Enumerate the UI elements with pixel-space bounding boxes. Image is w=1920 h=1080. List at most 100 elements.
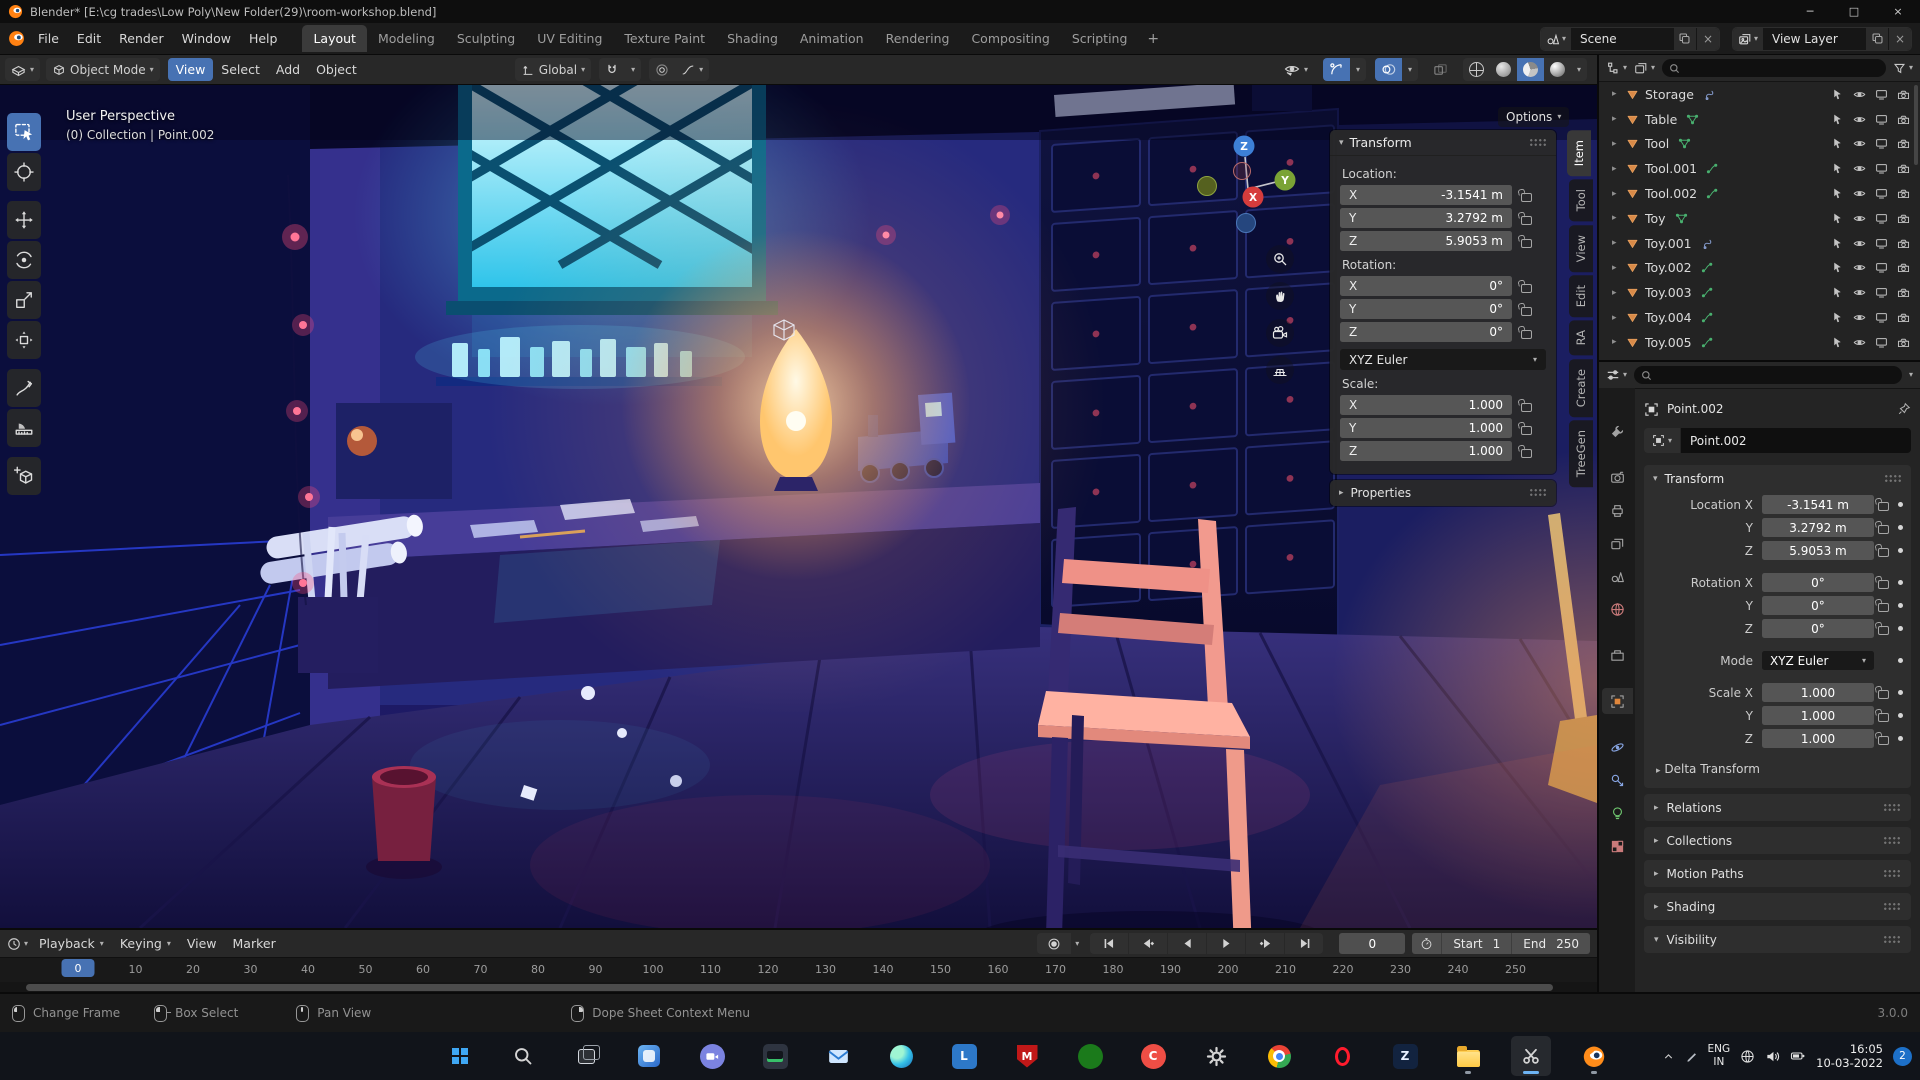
properties-collapsed-panel[interactable]: ▸ Properties — [1330, 480, 1556, 506]
outliner-display-mode-button[interactable]: ▾ — [1634, 61, 1655, 75]
animate-dot[interactable] — [1897, 736, 1903, 741]
taskbar-widgets[interactable] — [629, 1036, 669, 1076]
lock-icon[interactable] — [1521, 448, 1532, 458]
tool-select-box[interactable] — [7, 113, 41, 151]
sidebar-tab-ra[interactable]: RA — [1569, 320, 1593, 356]
gizmo-axis-y-neg[interactable] — [1197, 176, 1217, 196]
outliner-search-input[interactable] — [1662, 59, 1886, 77]
expand-icon[interactable]: ▸ — [1612, 164, 1626, 174]
toggle-disable-render[interactable] — [1897, 237, 1910, 250]
expand-icon[interactable]: ▸ — [1612, 238, 1626, 248]
outliner-row-table[interactable]: ▸ Table — [1599, 107, 1920, 132]
workspace-tab-uv-editing[interactable]: UV Editing — [526, 25, 613, 52]
prop-field-z[interactable]: 5.9053 m — [1762, 541, 1874, 560]
lock-icon[interactable] — [1878, 502, 1890, 511]
properties-tab-output[interactable] — [1602, 497, 1633, 523]
network-icon[interactable] — [1740, 1049, 1755, 1064]
properties-options-icon[interactable]: ▾ — [1909, 371, 1913, 379]
properties-tab-world[interactable] — [1602, 596, 1633, 622]
scale-y-field[interactable]: Y 1.000 — [1340, 418, 1512, 438]
toggle-disable-viewport[interactable] — [1875, 137, 1888, 150]
tool-annotate[interactable] — [7, 369, 41, 407]
toggle-hide[interactable] — [1853, 162, 1866, 175]
expand-icon[interactable]: ▸ — [1612, 89, 1626, 99]
play-reverse-button[interactable] — [1168, 933, 1207, 954]
expand-icon[interactable]: ▸ — [1612, 313, 1626, 323]
outliner-editor-type-button[interactable]: ▾ — [1606, 61, 1627, 75]
prop-field-location-x[interactable]: -3.1541 m — [1762, 495, 1874, 514]
workspace-tab-compositing[interactable]: Compositing — [960, 25, 1060, 52]
toggle-hide[interactable] — [1853, 88, 1866, 101]
view-layer-name-field[interactable]: View Layer — [1763, 32, 1865, 46]
panel-grip-handle[interactable] — [1529, 137, 1547, 148]
jump-to-end-button[interactable] — [1285, 933, 1324, 954]
toggle-select[interactable] — [1831, 336, 1844, 349]
outliner-row-toy[interactable]: ▸ Toy — [1599, 206, 1920, 231]
shading-solid-button[interactable] — [1490, 58, 1517, 81]
animate-dot[interactable] — [1897, 658, 1903, 663]
lock-icon[interactable] — [1521, 402, 1532, 412]
animate-dot[interactable] — [1897, 626, 1903, 631]
prop-field-y[interactable]: 3.2792 m — [1762, 518, 1874, 537]
taskbar-clipchamp[interactable]: C — [1133, 1036, 1173, 1076]
toggle-select[interactable] — [1831, 212, 1844, 225]
toggle-select[interactable] — [1831, 261, 1844, 274]
taskbar-xbox[interactable] — [1070, 1036, 1110, 1076]
lock-icon[interactable] — [1521, 238, 1532, 248]
animate-dot[interactable] — [1897, 548, 1903, 553]
sidebar-tab-view[interactable]: View — [1569, 224, 1593, 272]
prop-field-y[interactable]: 1.000 — [1762, 706, 1874, 725]
start-frame-field[interactable]: Start 1 — [1441, 933, 1511, 954]
properties-editor-type-button[interactable]: ▾ — [1606, 368, 1627, 382]
animate-dot[interactable] — [1897, 603, 1903, 608]
toggle-disable-viewport[interactable] — [1875, 88, 1888, 101]
menu-file[interactable]: File — [29, 27, 68, 50]
lock-icon[interactable] — [1878, 603, 1890, 612]
tool-add-cube[interactable] — [7, 457, 41, 495]
properties-tab-physics[interactable] — [1602, 734, 1633, 760]
location-y-field[interactable]: Y 3.2792 m — [1340, 208, 1512, 228]
show-overlays-toggle[interactable] — [1374, 58, 1402, 81]
sidebar-tab-edit[interactable]: Edit — [1569, 274, 1593, 318]
section-motion-paths[interactable]: ▸ Motion Paths — [1644, 860, 1911, 887]
timeline-menu-view[interactable]: View — [179, 933, 225, 954]
outliner-row-tool-002[interactable]: ▸ Tool.002 — [1599, 181, 1920, 206]
viewport-menu-object[interactable]: Object — [308, 58, 365, 81]
jump-to-start-button[interactable] — [1090, 933, 1129, 954]
end-frame-field[interactable]: End 250 — [1511, 933, 1590, 954]
outliner-row-tool-001[interactable]: ▸ Tool.001 — [1599, 156, 1920, 181]
rotation-y-field[interactable]: Y 0° — [1340, 299, 1512, 319]
jump-to-next-keyframe-button[interactable] — [1246, 933, 1285, 954]
taskbar-edge[interactable] — [881, 1036, 921, 1076]
prop-field-mode[interactable]: XYZ Euler ▾ — [1762, 651, 1874, 670]
new-scene-button[interactable] — [1673, 27, 1696, 50]
rotation-mode-dropdown[interactable]: XYZ Euler ▾ — [1340, 349, 1546, 370]
taskbar-file-explorer[interactable] — [1448, 1036, 1488, 1076]
lock-icon[interactable] — [1521, 329, 1532, 339]
lock-icon[interactable] — [1878, 525, 1890, 534]
taskbar-app-z[interactable]: Z — [1385, 1036, 1425, 1076]
viewport-menu-view[interactable]: View — [167, 58, 214, 81]
transform-panel-header[interactable]: ▾ Transform — [1644, 465, 1911, 493]
lock-icon[interactable] — [1521, 425, 1532, 435]
add-workspace-button[interactable]: + — [1138, 27, 1168, 51]
toggle-select[interactable] — [1831, 237, 1844, 250]
prop-field-y[interactable]: 0° — [1762, 596, 1874, 615]
mode-dropdown[interactable]: Object Mode ▾ — [46, 58, 160, 81]
toggle-disable-render[interactable] — [1897, 311, 1910, 324]
show-gizmo-toggle[interactable] — [1322, 58, 1350, 81]
workspace-tab-animation[interactable]: Animation — [789, 25, 875, 52]
taskbar-snipping-tool[interactable] — [1511, 1036, 1551, 1076]
toggle-select[interactable] — [1831, 113, 1844, 126]
taskbar-opera[interactable] — [1322, 1036, 1362, 1076]
properties-tab-tool[interactable] — [1602, 418, 1633, 444]
timeline-menu-keying[interactable]: Keying ▾ — [112, 933, 179, 954]
timeline-ruler[interactable]: 0 10 20 30 40 50 60 70 80 90 100 110 120 130 140 150 16… — [0, 957, 1597, 982]
shading-dropdown[interactable]: ▾ — [1571, 58, 1587, 81]
playhead[interactable]: 0 — [61, 959, 95, 977]
lock-icon[interactable] — [1521, 283, 1532, 293]
play-button[interactable] — [1207, 933, 1246, 954]
tool-measure[interactable] — [7, 409, 41, 447]
lock-icon[interactable] — [1521, 306, 1532, 316]
rotation-z-field[interactable]: Z 0° — [1340, 322, 1512, 342]
